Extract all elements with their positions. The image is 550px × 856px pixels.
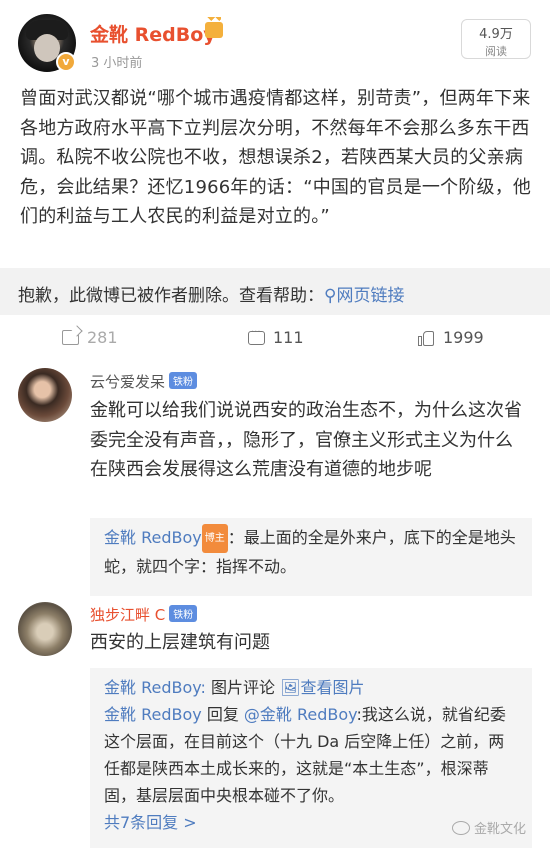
like-button[interactable]: 1999 bbox=[418, 328, 484, 347]
like-icon bbox=[418, 330, 435, 346]
mention-link[interactable]: @金靴 RedBoy bbox=[244, 705, 357, 724]
blogger-badge: 博主 bbox=[201, 524, 228, 553]
repost-icon bbox=[62, 330, 79, 345]
repost-count: 281 bbox=[87, 328, 118, 347]
reply-author[interactable]: 金靴 RedBoy bbox=[104, 705, 202, 724]
fan-badge: 铁粉 bbox=[169, 605, 198, 622]
comment-count: 111 bbox=[273, 328, 304, 347]
commenter-name[interactable]: 云兮爱发呆 铁粉 bbox=[90, 371, 198, 392]
commenter-avatar[interactable] bbox=[18, 368, 72, 422]
read-count: 4.9万 bbox=[479, 27, 513, 42]
fan-badge: 铁粉 bbox=[169, 372, 198, 389]
reply-author[interactable]: 金靴 RedBoy: bbox=[104, 678, 206, 697]
deleted-repost-box: 抱歉，此微博已被作者删除。查看帮助：⚲网页链接 bbox=[0, 268, 550, 315]
read-count-badge: 4.9万 阅读 bbox=[461, 19, 531, 59]
commenter-name[interactable]: 独步江畔 C 铁粉 bbox=[90, 604, 198, 625]
action-bar: 281 111 1999 bbox=[0, 318, 550, 358]
view-image-link[interactable]: 🖼查看图片 bbox=[280, 678, 364, 697]
verified-icon: v bbox=[56, 52, 76, 72]
reply-author[interactable]: 金靴 RedBoy bbox=[104, 528, 202, 547]
post-text: 曾面对武汉都说“哪个城市遇疫情都这样，别苛责”，但两年下来各地方政府水平高下立判… bbox=[20, 88, 532, 227]
deleted-notice: 抱歉，此微博已被作者删除。查看帮助： bbox=[18, 286, 324, 306]
wechat-icon bbox=[452, 820, 470, 835]
read-label: 阅读 bbox=[485, 45, 507, 58]
watermark: 金靴文化 bbox=[452, 818, 526, 837]
reply-text: 图片评论 bbox=[205, 678, 281, 697]
reply-verb: 回复 bbox=[201, 705, 244, 724]
post-header: v 金靴 RedBoy 3 小时前 4.9万 阅读 bbox=[0, 0, 550, 80]
help-link[interactable]: ⚲网页链接 bbox=[324, 286, 404, 306]
comment-button[interactable]: 111 bbox=[248, 324, 304, 347]
commenter-avatar[interactable] bbox=[18, 602, 72, 656]
like-count: 1999 bbox=[443, 328, 484, 347]
comment-text: 金靴可以给我们说说西安的政治生态不，为什么这次省委完全没有声音，，隐形了，官僚主… bbox=[90, 400, 522, 480]
repost-button[interactable]: 281 bbox=[62, 328, 118, 347]
reply-box[interactable]: 金靴 RedBoy 博主 ：最上面的全是外来户，底下的全是地头蛇，就四个字：指挥不动… bbox=[90, 518, 532, 596]
author-name[interactable]: 金靴 RedBoy bbox=[90, 20, 216, 47]
post-time: 3 小时前 bbox=[91, 56, 143, 71]
comment-text: 西安的上层建筑有问题 bbox=[90, 632, 270, 653]
vip-crown-icon bbox=[205, 17, 223, 38]
comment-icon bbox=[248, 324, 265, 345]
